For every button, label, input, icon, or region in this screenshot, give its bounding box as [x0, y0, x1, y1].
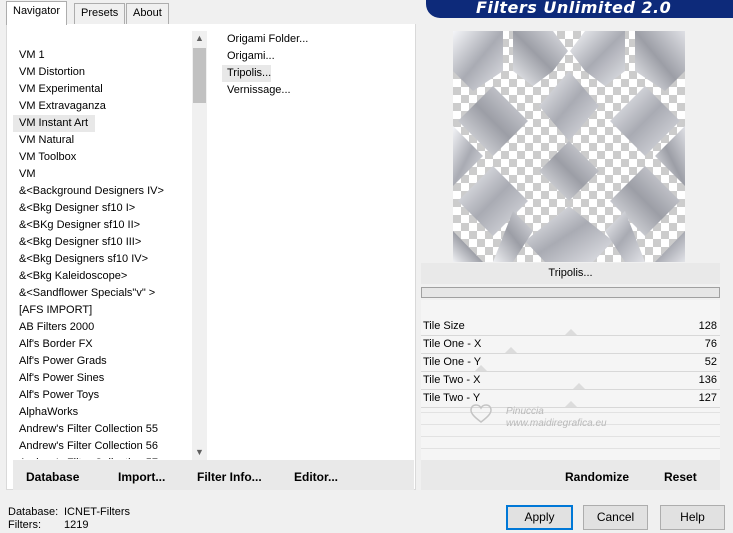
category-item[interactable]: Andrew's Filter Collection 56 — [13, 438, 191, 455]
filter-list[interactable]: Origami Folder... Origami... Tripolis... Ve… — [222, 31, 362, 99]
scroll-up-icon[interactable]: ▲ — [192, 31, 207, 46]
database-label: Database: — [8, 506, 59, 518]
param-empty-row — [421, 436, 720, 437]
category-item[interactable]: Alf's Border FX — [13, 336, 191, 353]
category-item[interactable]: VM Toolbox — [13, 149, 191, 166]
editor-button[interactable]: Editor... — [294, 470, 338, 484]
category-item[interactable]: &<BKg Designer sf10 II> — [13, 217, 191, 234]
param-slider-marker[interactable] — [505, 347, 517, 353]
category-item[interactable]: VM Natural — [13, 132, 191, 149]
tab-navigator[interactable]: Navigator — [6, 1, 68, 25]
param-label: Tile One - X — [423, 338, 482, 350]
filters-info: Filters: 1219 — [8, 519, 88, 531]
parameter-action-bar: Randomize Reset — [421, 460, 720, 490]
category-item[interactable]: Alf's Power Grads — [13, 353, 191, 370]
watermark-line2: www.maidiregrafica.eu — [506, 418, 607, 429]
param-value: 136 — [698, 374, 717, 386]
category-item[interactable]: VM Instant Art — [13, 115, 95, 132]
app-banner: Filters Unlimited 2.0 — [426, 0, 733, 18]
category-item[interactable]: &<Sandflower Specials"v" > — [13, 285, 191, 302]
app-title: Filters Unlimited 2.0 — [476, 0, 672, 17]
category-item[interactable]: VM Experimental — [13, 81, 191, 98]
category-item[interactable]: AB Filters 2000 — [13, 319, 191, 336]
param-label: Tile Size — [423, 320, 465, 332]
category-item[interactable]: Alf's Power Sines — [13, 370, 191, 387]
filter-info-button[interactable]: Filter Info... — [197, 470, 262, 484]
tab-about[interactable]: About — [126, 3, 169, 24]
database-button[interactable]: Database — [26, 470, 79, 484]
scroll-down-icon[interactable]: ▼ — [192, 445, 207, 460]
filter-item[interactable]: Origami... — [222, 48, 362, 65]
filter-item[interactable]: Tripolis... — [222, 65, 271, 82]
category-item[interactable]: Andrew's Filter Collection 55 — [13, 421, 191, 438]
progress-bar — [421, 287, 720, 298]
category-item[interactable]: VM 1 — [13, 47, 191, 64]
watermark: Pinuccia www.maidiregrafica.eu — [466, 406, 607, 430]
param-label: Tile Two - X — [423, 374, 481, 386]
category-item[interactable]: &<Background Designers IV> — [13, 183, 191, 200]
param-label: Tile One - Y — [423, 356, 482, 368]
category-item[interactable]: &<Bkg Kaleidoscope> — [13, 268, 191, 285]
tab-presets[interactable]: Presets — [74, 3, 126, 24]
param-label: Tile Two - Y — [423, 392, 481, 404]
category-item[interactable]: AlphaWorks — [13, 404, 191, 421]
filters-label: Filters: — [8, 519, 41, 531]
randomize-button[interactable]: Randomize — [565, 470, 629, 484]
param-value: 127 — [698, 392, 717, 404]
category-item[interactable]: Andrew's Filter Collection 57 — [13, 455, 191, 459]
category-item[interactable]: &<Bkg Designer sf10 I> — [13, 200, 191, 217]
category-list[interactable]: VM 1 VM Distortion VM Experimental VM Extra… — [13, 47, 191, 459]
param-value: 52 — [704, 356, 717, 368]
watermark-line1: Pinuccia — [506, 406, 544, 417]
param-empty-row — [421, 448, 720, 449]
param-value: 76 — [704, 338, 717, 350]
category-item[interactable]: VM Distortion — [13, 64, 191, 81]
category-item[interactable]: &<Bkg Designers sf10 IV> — [13, 251, 191, 268]
import-button[interactable]: Import... — [118, 470, 165, 484]
param-row[interactable]: Tile Two - X 136 — [421, 372, 720, 390]
scroll-thumb[interactable] — [193, 48, 206, 103]
database-value: ICNET-Filters — [64, 506, 130, 518]
category-item[interactable]: &<Bkg Designer sf10 III> — [13, 234, 191, 251]
filters-count: 1219 — [64, 519, 89, 531]
param-value: 128 — [698, 320, 717, 332]
help-button[interactable]: Help — [660, 505, 725, 530]
navigator-action-bar: Database Import... Filter Info... Editor… — [13, 460, 414, 490]
category-item[interactable]: Alf's Power Toys — [13, 387, 191, 404]
param-row[interactable]: Tile One - X 76 — [421, 336, 720, 354]
filter-item[interactable]: Origami Folder... — [222, 31, 362, 48]
category-item[interactable]: [AFS IMPORT] — [13, 302, 191, 319]
param-row[interactable]: Tile Size 128 — [421, 318, 720, 336]
category-item[interactable]: VM — [13, 166, 191, 183]
preview-pattern — [453, 31, 685, 262]
param-row[interactable]: Tile One - Y 52 — [421, 354, 720, 372]
category-item[interactable]: VM Extravaganza — [13, 98, 191, 115]
selected-filter-name: Tripolis... — [421, 263, 720, 284]
category-scrollbar[interactable]: ▲ ▼ — [192, 31, 207, 460]
reset-button[interactable]: Reset — [664, 470, 697, 484]
filter-item[interactable]: Vernissage... — [222, 82, 362, 99]
apply-button[interactable]: Apply — [506, 505, 573, 530]
param-slider-marker[interactable] — [573, 383, 585, 389]
database-info: Database: ICNET-Filters — [8, 506, 130, 518]
parameter-panel: Tile Size 128 Tile One - X 76 Tile One - Y 52… — [421, 300, 720, 460]
filter-preview — [453, 31, 685, 262]
param-slider-marker[interactable] — [565, 329, 577, 335]
cancel-button[interactable]: Cancel — [583, 505, 648, 530]
